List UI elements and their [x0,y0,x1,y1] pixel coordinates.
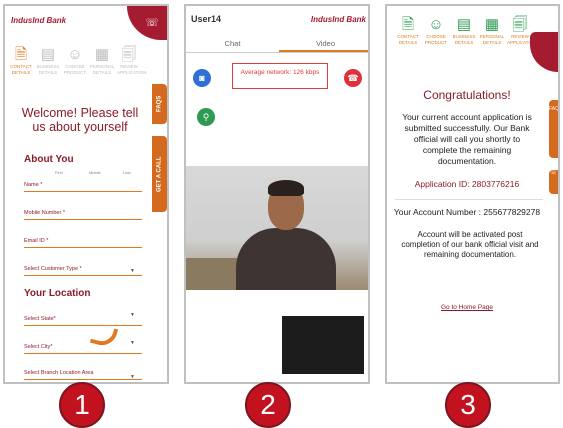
location-pin-icon[interactable]: ⚲ [197,108,215,126]
step-business-details[interactable]: ▤ BUSINESS DETAILS [451,16,477,46]
id-card-icon: ▤ [40,46,56,63]
mobile-number-field[interactable]: Mobile Number * [24,210,142,220]
customer-type-select[interactable]: Select Customer Type * [24,266,142,276]
chevron-down-icon: ▼ [130,340,135,346]
first-name-sublabel: First [55,170,63,175]
bank-logo: IndusInd Bank [11,16,67,25]
state-select[interactable]: Select State* [24,316,142,326]
user-name: User14 [191,14,222,24]
document-icon: 🗎 [14,46,28,63]
corner-decoration [530,32,558,72]
step-contact-details[interactable]: 🗎 CONTACT DETAILS [9,46,33,76]
hang-up-icon[interactable]: ☎ [344,69,362,87]
list-icon: ▦ [94,46,110,63]
welcome-heading: Welcome! Please tell us about yourself [21,106,139,134]
about-you-heading: About You [24,154,74,165]
phone-icon: ☏ [145,17,159,29]
progress-steps-complete: 🗎 CONTACT DETAILS ☺ CHOOSE PRODUCT ▤ BUSINE… [395,16,536,46]
user-icon: ☺ [67,46,83,63]
account-number: Your Account Number : 255677829278 [393,207,541,217]
get-a-call-tab[interactable]: GET A CALL [152,136,167,212]
phone-icon: ☏ [550,170,557,176]
progress-steps: 🗎 CONTACT DETAILS ▤ BUSINESS DETAILS ☺ CHOO… [9,46,146,76]
review-icon: 🗐 [512,16,528,33]
faqs-tab[interactable]: FAQS [549,100,558,158]
step-choose-product[interactable]: ☺ CHOOSE PRODUCT [423,16,449,46]
step-number-badge: 2 [245,382,291,428]
step-review-application[interactable]: 🗐 REVIEW APPLICATION [117,46,146,76]
name-field[interactable]: Name * [24,182,142,192]
step-contact-details[interactable]: 🗎 CONTACT DETAILS [395,16,421,46]
contact-details-screen: IndusInd Bank ☏ 🗎 CONTACT DETAILS ▤ BUSINE… [3,4,169,384]
list-icon: ▦ [484,16,500,33]
id-card-icon: ▤ [456,16,472,33]
middle-name-sublabel: Middle [89,170,101,175]
submission-message: Your current account application is subm… [402,112,532,166]
document-icon: 🗎 [401,16,415,33]
your-location-heading: Your Location [24,288,91,299]
video-call-screen: User14 IndusInd Bank Chat Video ◙ Averag… [184,4,370,384]
network-status: Average network: 126 kbps [232,63,328,89]
branch-location-select[interactable]: Select Branch Location Area [24,370,142,380]
city-select[interactable]: Select City* [24,344,142,354]
step-personal-details[interactable]: ▦ PERSONAL DETAILS [479,16,505,46]
bank-logo: IndusInd Bank [310,15,366,24]
home-page-link[interactable]: Go to Home Page [387,304,547,311]
email-field[interactable]: Email ID * [24,238,142,248]
application-id: Application ID: 2803776216 [414,179,520,189]
divider [395,199,543,200]
chevron-down-icon: ▼ [130,312,135,318]
review-icon: 🗐 [121,46,137,63]
last-name-sublabel: Last [123,170,131,175]
faqs-tab[interactable]: FAQS [152,84,167,124]
self-preview-video [282,316,364,374]
activation-note: Account will be activated post completio… [401,230,539,259]
call-tab[interactable]: ☏ [549,170,558,194]
step-personal-details[interactable]: ▦ PERSONAL DETAILS [90,46,115,76]
tab-bar: Chat Video [186,39,368,53]
chevron-down-icon: ▼ [130,268,135,274]
confirmation-screen: 🗎 CONTACT DETAILS ☺ CHOOSE PRODUCT ▤ BUSINE… [385,4,560,384]
header: User14 IndusInd Bank [186,6,368,32]
congratulations-heading: Congratulations! [423,88,511,102]
step-number-badge: 1 [59,382,105,428]
camera-icon[interactable]: ◙ [193,69,211,87]
chevron-down-icon: ▼ [130,374,135,380]
step-business-details[interactable]: ▤ BUSINESS DETAILS [36,46,60,76]
step-choose-product[interactable]: ☺ CHOOSE PRODUCT [63,46,87,76]
step-number-badge: 3 [445,382,491,428]
tab-chat[interactable]: Chat [186,39,279,52]
user-icon: ☺ [428,16,444,33]
call-corner-button[interactable]: ☏ [127,6,167,40]
remote-video [186,166,368,290]
tab-video[interactable]: Video [279,39,368,52]
